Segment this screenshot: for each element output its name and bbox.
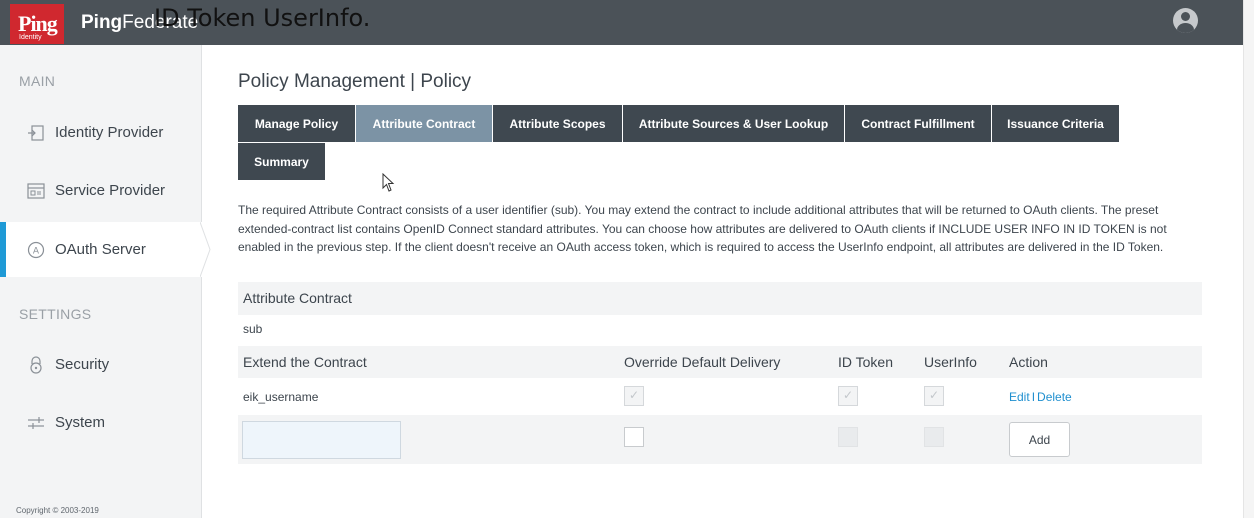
page-title: Policy Management | Policy bbox=[238, 71, 472, 92]
brand-bold: Ping bbox=[81, 12, 123, 33]
sidebar-item-label: Security bbox=[55, 356, 110, 373]
identity-provider-icon bbox=[27, 124, 45, 142]
ping-identity-logo[interactable]: Ping Identity bbox=[10, 4, 64, 44]
add-attribute-button[interactable]: Add bbox=[1009, 422, 1070, 457]
sidebar-item-oauth-server[interactable]: A OAuth Server bbox=[0, 222, 210, 277]
id-token-checkbox bbox=[838, 386, 858, 406]
column-extend-contract: Extend the Contract bbox=[243, 354, 367, 370]
tab-manage-policy[interactable]: Manage Policy bbox=[238, 105, 355, 142]
tab-issuance-criteria[interactable]: Issuance Criteria bbox=[992, 105, 1119, 142]
tab-attribute-contract[interactable]: Attribute Contract bbox=[356, 105, 492, 142]
user-account-icon[interactable] bbox=[1173, 8, 1198, 33]
sidebar-item-system[interactable]: System bbox=[0, 395, 202, 450]
svg-text:A: A bbox=[33, 246, 40, 256]
sidebar-item-label: Identity Provider bbox=[55, 124, 164, 141]
column-override-delivery: Override Default Delivery bbox=[624, 354, 781, 370]
core-attribute-sub: sub bbox=[243, 322, 263, 336]
sidebar: MAIN Identity Provider Service Provider … bbox=[0, 45, 210, 518]
oauth-server-icon: A bbox=[27, 241, 45, 259]
delete-link[interactable]: Delete bbox=[1037, 390, 1072, 404]
sidebar-item-identity-provider[interactable]: Identity Provider bbox=[0, 105, 202, 160]
overlay-caption: ID Token UserInfo. bbox=[154, 4, 371, 32]
sidebar-section-settings: SETTINGS bbox=[19, 306, 92, 322]
sidebar-item-label: System bbox=[55, 414, 106, 431]
service-provider-icon bbox=[27, 182, 45, 200]
new-attribute-input[interactable] bbox=[242, 421, 401, 459]
mouse-cursor-icon bbox=[382, 173, 395, 192]
userinfo-checkbox bbox=[924, 386, 944, 406]
new-id-token-checkbox bbox=[838, 427, 858, 447]
scrollbar[interactable] bbox=[1243, 0, 1254, 518]
active-item-notch bbox=[200, 222, 211, 277]
attribute-name: eik_username bbox=[243, 390, 319, 404]
edit-link[interactable]: Edit bbox=[1009, 390, 1030, 404]
table-row: eik_username EditIDelete bbox=[238, 378, 1202, 415]
copyright-text: Copyright © 2003-2019 bbox=[16, 506, 99, 515]
sidebar-item-label: OAuth Server bbox=[55, 241, 146, 258]
system-icon bbox=[27, 414, 45, 432]
column-userinfo: UserInfo bbox=[924, 354, 977, 370]
sidebar-item-security[interactable]: Security bbox=[0, 337, 202, 392]
extend-contract-table-header: Extend the Contract Override Default Del… bbox=[238, 346, 1202, 378]
sidebar-item-service-provider[interactable]: Service Provider bbox=[0, 163, 202, 218]
new-override-delivery-checkbox[interactable] bbox=[624, 427, 644, 447]
tab-attribute-sources-user-lookup[interactable]: Attribute Sources & User Lookup bbox=[623, 105, 844, 142]
override-delivery-checkbox bbox=[624, 386, 644, 406]
tab-contract-fulfillment[interactable]: Contract Fulfillment bbox=[845, 105, 991, 142]
column-id-token: ID Token bbox=[838, 354, 893, 370]
tab-attribute-scopes[interactable]: Attribute Scopes bbox=[493, 105, 622, 142]
new-userinfo-checkbox bbox=[924, 427, 944, 447]
security-icon bbox=[27, 355, 45, 374]
tab-summary[interactable]: Summary bbox=[238, 143, 325, 180]
sidebar-section-main: MAIN bbox=[19, 73, 56, 89]
contract-description: The required Attribute Contract consists… bbox=[238, 203, 1167, 254]
action-separator: I bbox=[1031, 390, 1036, 404]
sidebar-item-label: Service Provider bbox=[55, 182, 166, 199]
logo-subtext: Identity bbox=[19, 34, 42, 41]
top-bar: Ping Identity PingFederate ID Token User… bbox=[0, 0, 1243, 45]
attribute-contract-header: Attribute Contract bbox=[238, 282, 1202, 315]
column-action: Action bbox=[1009, 354, 1048, 370]
